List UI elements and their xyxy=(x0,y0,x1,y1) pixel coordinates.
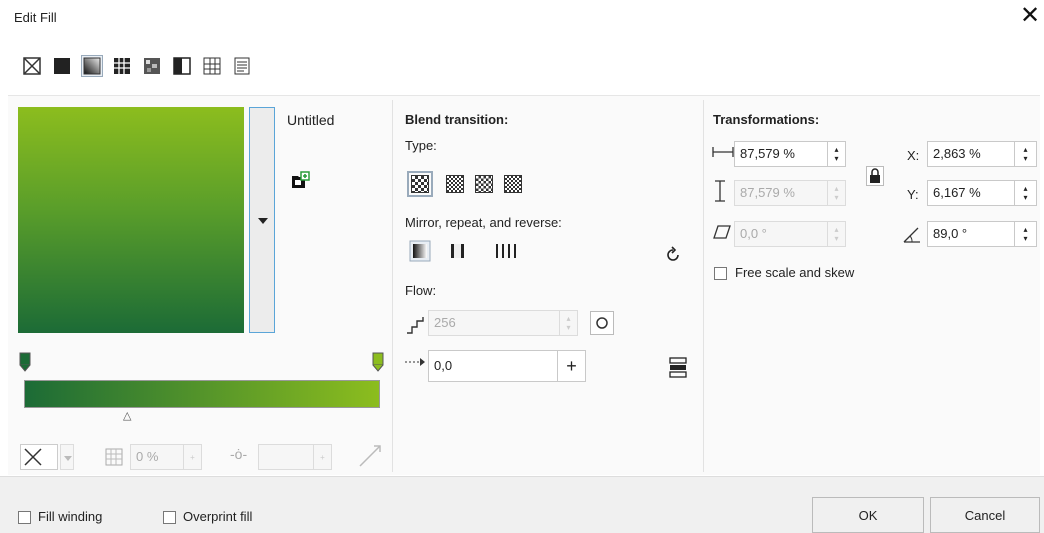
dialog-title: Edit Fill xyxy=(14,10,57,25)
node-blend-dropdown[interactable] xyxy=(60,444,74,470)
chevron-down-icon xyxy=(64,456,72,461)
bitmap-pattern-icon[interactable] xyxy=(142,56,162,76)
cancel-button[interactable]: Cancel xyxy=(930,497,1040,533)
skew-stepper[interactable]: ▴ ▾ xyxy=(828,221,846,247)
fill-height-stepper[interactable]: ▴ ▾ xyxy=(828,180,846,206)
start-color-node[interactable] xyxy=(19,352,31,372)
two-color-pattern-icon[interactable] xyxy=(172,56,192,76)
fountain-fill-icon[interactable] xyxy=(81,55,103,77)
node-position-stepper[interactable]: + xyxy=(314,444,332,470)
fill-height-field[interactable]: 87,579 % xyxy=(734,180,828,206)
fill-picker-dropdown[interactable] xyxy=(249,107,275,333)
midpoint-slider[interactable]: △ xyxy=(123,409,131,422)
repeat-fill-icon[interactable] xyxy=(493,240,519,265)
x-offset-field[interactable]: 2,863 % xyxy=(927,141,1015,167)
blend-mode-icon xyxy=(24,448,42,466)
node-position-field[interactable] xyxy=(258,444,314,470)
overprint-fill-label: Overprint fill xyxy=(183,509,253,524)
gradient-preview xyxy=(18,107,244,333)
fill-winding-label: Fill winding xyxy=(38,509,103,524)
rotation-icon xyxy=(902,224,924,247)
transparency-icon xyxy=(104,447,124,467)
fill-winding-checkbox[interactable] xyxy=(18,511,31,524)
section-divider xyxy=(392,100,393,472)
acceleration-field[interactable]: 0,0 xyxy=(428,350,558,382)
swap-direction-icon[interactable] xyxy=(356,442,384,470)
type-label: Type: xyxy=(405,138,437,153)
skew-field[interactable]: 0,0 ° xyxy=(734,221,828,247)
node-transparency-stepper[interactable]: + xyxy=(184,444,202,470)
steps-stepper[interactable]: ▴ ▾ xyxy=(560,310,578,336)
lock-ratio-button[interactable] xyxy=(866,166,884,186)
fill-height-icon xyxy=(712,180,728,205)
postscript-fill-icon[interactable] xyxy=(232,56,252,76)
rotation-stepper[interactable]: ▴ ▾ xyxy=(1015,221,1037,247)
x-label: X: xyxy=(907,148,920,163)
free-scale-checkbox[interactable] xyxy=(714,267,727,280)
overprint-fill-checkbox[interactable] xyxy=(163,511,176,524)
mirror-fill-icon[interactable] xyxy=(447,240,469,265)
chevron-down-icon xyxy=(258,218,268,224)
fill-width-field[interactable]: 87,579 % xyxy=(734,141,828,167)
ok-button[interactable]: OK xyxy=(812,497,924,533)
acceleration-slider-button[interactable]: + xyxy=(558,350,586,382)
node-transparency-field[interactable]: 0 % xyxy=(130,444,184,470)
fill-width-icon xyxy=(712,146,734,161)
skew-icon xyxy=(712,224,732,243)
default-fountain-icon[interactable] xyxy=(409,240,431,265)
y-offset-field[interactable]: 6,167 % xyxy=(927,180,1015,206)
y-label: Y: xyxy=(907,187,919,202)
smooth-transition-icon[interactable] xyxy=(668,356,688,381)
vector-pattern-icon[interactable] xyxy=(112,56,132,76)
save-fill-icon[interactable] xyxy=(289,170,311,195)
elliptical-fountain-icon[interactable] xyxy=(446,175,464,193)
rotation-field[interactable]: 89,0 ° xyxy=(927,221,1015,247)
mirror-label: Mirror, repeat, and reverse: xyxy=(405,215,562,230)
conical-fountain-icon[interactable] xyxy=(475,175,493,193)
section-divider xyxy=(703,100,704,472)
no-fill-icon[interactable] xyxy=(22,56,42,76)
flow-label: Flow: xyxy=(405,283,437,298)
uniform-fill-icon[interactable] xyxy=(52,56,72,76)
linear-fountain-icon[interactable] xyxy=(407,171,433,197)
texture-fill-icon[interactable] xyxy=(202,56,222,76)
plus-icon: + xyxy=(190,452,195,462)
reverse-colors-icon[interactable] xyxy=(664,246,682,267)
blend-transition-heading: Blend transition: xyxy=(405,112,509,127)
lock-steps-button[interactable] xyxy=(590,311,614,335)
close-icon[interactable]: ✕ xyxy=(1020,4,1040,28)
lock-icon xyxy=(870,168,880,183)
x-offset-stepper[interactable]: ▴ ▾ xyxy=(1015,141,1037,167)
plus-icon: + xyxy=(320,452,325,462)
fill-width-stepper[interactable]: ▴ ▾ xyxy=(828,141,846,167)
steps-icon xyxy=(404,314,426,339)
free-scale-label: Free scale and skew xyxy=(735,265,855,280)
node-blend-picker[interactable] xyxy=(20,444,58,470)
rectangular-fountain-icon[interactable] xyxy=(504,175,522,193)
acceleration-icon xyxy=(404,356,426,371)
refresh-icon xyxy=(596,317,608,329)
y-offset-stepper[interactable]: ▴ ▾ xyxy=(1015,180,1037,206)
node-position-icon: -ȯ- xyxy=(230,446,248,462)
steps-field[interactable]: 256 xyxy=(428,310,560,336)
end-color-node[interactable] xyxy=(372,352,384,372)
transformations-heading: Transformations: xyxy=(713,112,820,127)
gradient-ramp[interactable] xyxy=(24,380,380,408)
fill-name-label: Untitled xyxy=(287,112,335,128)
